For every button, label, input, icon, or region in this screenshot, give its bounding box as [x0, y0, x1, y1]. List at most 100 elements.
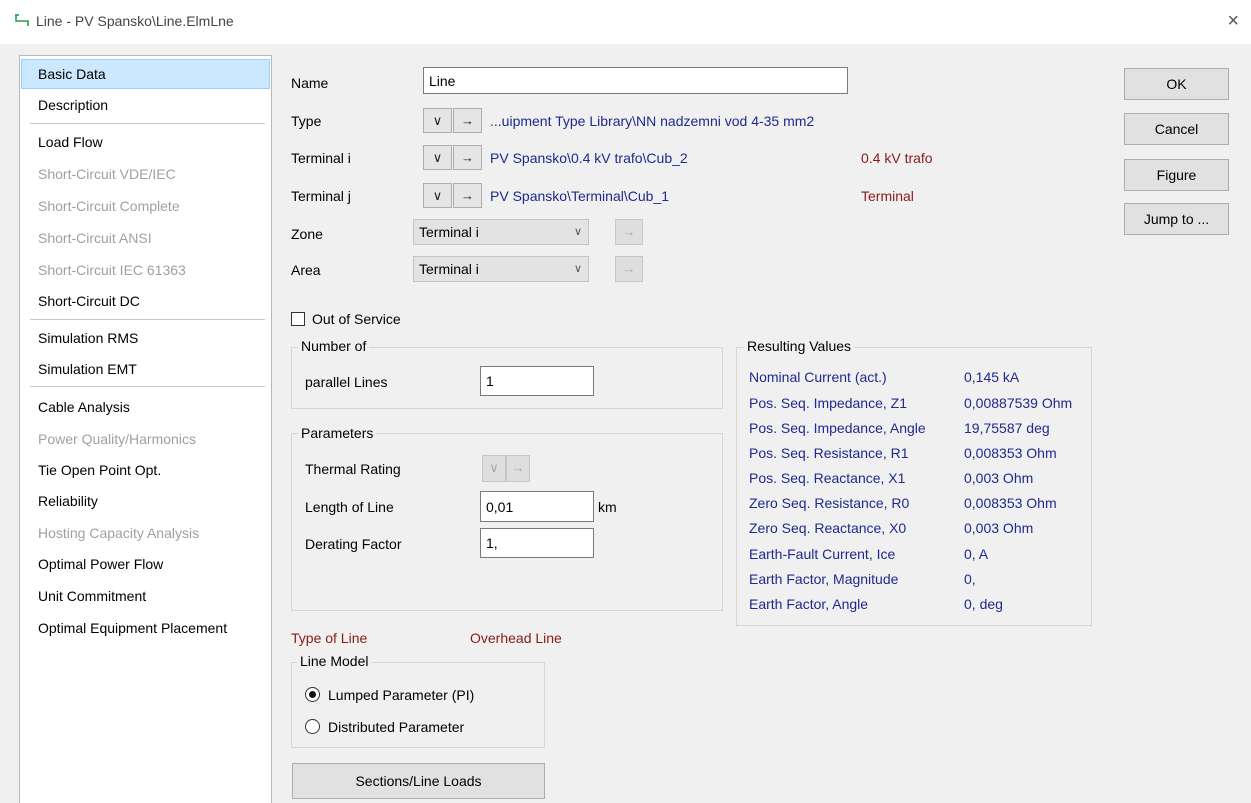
result-label: Pos. Seq. Impedance, Angle	[749, 420, 926, 436]
result-label: Earth-Fault Current, Ice	[749, 546, 896, 562]
zone-select-value: Terminal i	[419, 224, 479, 240]
line-model-group-title: Line Model	[297, 653, 372, 669]
nav-item-short-circuit-ansi[interactable]: Short-Circuit ANSI	[21, 223, 270, 253]
result-value: 0,00887539 Ohm	[964, 395, 1073, 411]
close-icon[interactable]: ×	[1227, 11, 1239, 31]
nav-item-short-circuit-iec-61363[interactable]: Short-Circuit IEC 61363	[21, 255, 270, 285]
derating-factor-label: Derating Factor	[305, 536, 402, 552]
ok-button[interactable]: OK	[1124, 68, 1229, 100]
nav-item-simulation-rms[interactable]: Simulation RMS	[21, 323, 270, 353]
area-select-value: Terminal i	[419, 261, 479, 277]
number-of-group-title: Number of	[298, 338, 370, 354]
terminal-j-jump-button[interactable]: →	[453, 183, 482, 208]
nav-item-cable-analysis[interactable]: Cable Analysis	[21, 392, 270, 422]
nav-item-reliability[interactable]: Reliability	[21, 486, 270, 516]
type-jump-button[interactable]: →	[453, 108, 482, 133]
area-jump-button[interactable]: →	[615, 256, 643, 282]
length-unit: km	[598, 499, 617, 515]
title-bar: Line - PV Spansko\Line.ElmLne ×	[0, 0, 1251, 44]
nav-item-basic-data[interactable]: Basic Data	[21, 59, 270, 89]
name-input[interactable]	[423, 67, 848, 94]
terminal-i-select-button[interactable]: ∨	[423, 145, 452, 170]
parallel-lines-input[interactable]	[480, 366, 594, 396]
length-of-line-label: Length of Line	[305, 499, 394, 515]
result-value: 0,008353 Ohm	[964, 445, 1057, 461]
arrow-right-icon: →	[461, 188, 474, 203]
resulting-values-group-title: Resulting Values	[744, 338, 855, 354]
page-navigation-list: Basic Data Description Load Flow Short-C…	[19, 55, 272, 803]
area-select[interactable]: Terminal i ∨	[413, 256, 589, 282]
nav-separator	[30, 386, 265, 387]
nav-item-short-circuit-complete[interactable]: Short-Circuit Complete	[21, 191, 270, 221]
nav-item-short-circuit-dc[interactable]: Short-Circuit DC	[21, 286, 270, 316]
distributed-parameter-radio[interactable]	[305, 719, 320, 734]
result-label: Pos. Seq. Reactance, X1	[749, 470, 906, 486]
thermal-rating-select-button[interactable]: ∨	[482, 455, 506, 482]
nav-separator	[30, 123, 265, 124]
nav-item-power-quality-harmonics[interactable]: Power Quality/Harmonics	[21, 424, 270, 454]
zone-select[interactable]: Terminal i ∨	[413, 219, 589, 245]
result-label: Pos. Seq. Resistance, R1	[749, 445, 909, 461]
terminal-j-select-button[interactable]: ∨	[423, 183, 452, 208]
nav-item-tie-open-point-opt[interactable]: Tie Open Point Opt.	[21, 455, 270, 485]
nav-item-hosting-capacity-analysis[interactable]: Hosting Capacity Analysis	[21, 518, 270, 548]
out-of-service-checkbox[interactable]	[291, 312, 305, 326]
parallel-lines-label: parallel Lines	[305, 374, 388, 390]
nav-item-description[interactable]: Description	[21, 90, 270, 120]
result-value: 0,	[964, 571, 976, 587]
terminal-i-label: Terminal i	[291, 150, 351, 166]
line-model-group	[291, 662, 545, 748]
nav-item-unit-commitment[interactable]: Unit Commitment	[21, 581, 270, 611]
result-value: 0,003 Ohm	[964, 520, 1034, 536]
result-value: 0,008353 Ohm	[964, 495, 1057, 511]
type-value: ...uipment Type Library\NN nadzemni vod …	[490, 113, 815, 129]
chevron-down-icon: ∨	[432, 150, 443, 165]
chevron-down-icon: ∨	[573, 263, 582, 275]
derating-factor-input[interactable]	[480, 528, 594, 558]
arrow-right-icon: →	[511, 460, 525, 475]
result-label: Zero Seq. Reactance, X0	[749, 520, 907, 536]
chevron-down-icon: ∨	[432, 113, 443, 128]
nav-item-short-circuit-vde-iec[interactable]: Short-Circuit VDE/IEC	[21, 159, 270, 189]
nav-item-simulation-emt[interactable]: Simulation EMT	[21, 354, 270, 384]
jump-to-button[interactable]: Jump to ...	[1124, 203, 1229, 235]
chevron-down-icon: ∨	[432, 188, 443, 203]
type-label: Type	[291, 113, 322, 129]
nav-item-optimal-equipment-placement[interactable]: Optimal Equipment Placement	[21, 613, 270, 643]
arrow-right-icon: →	[622, 224, 636, 239]
thermal-rating-label: Thermal Rating	[305, 461, 401, 477]
terminal-j-value: PV Spansko\Terminal\Cub_1	[490, 188, 669, 204]
arrow-right-icon: →	[622, 261, 636, 276]
nav-item-optimal-power-flow[interactable]: Optimal Power Flow	[21, 549, 270, 579]
cancel-button[interactable]: Cancel	[1124, 113, 1229, 145]
result-value: 0,145 kA	[964, 369, 1020, 385]
nav-item-load-flow[interactable]: Load Flow	[21, 127, 270, 157]
type-select-button[interactable]: ∨	[423, 108, 452, 133]
terminal-j-name: Terminal	[861, 188, 914, 204]
zone-label: Zone	[291, 226, 323, 242]
arrow-right-icon: →	[461, 113, 474, 128]
result-label: Pos. Seq. Impedance, Z1	[749, 395, 907, 411]
distributed-parameter-label: Distributed Parameter	[328, 719, 465, 735]
result-value: 19,75587 deg	[964, 420, 1050, 436]
length-of-line-input[interactable]	[480, 491, 594, 522]
zone-jump-button[interactable]: →	[615, 219, 643, 245]
arrow-right-icon: →	[461, 150, 474, 165]
lumped-parameter-label: Lumped Parameter (PI)	[328, 687, 475, 703]
terminal-i-jump-button[interactable]: →	[453, 145, 482, 170]
name-label: Name	[291, 75, 329, 91]
result-label: Earth Factor, Angle	[749, 596, 869, 612]
thermal-rating-jump-button[interactable]: →	[506, 455, 530, 482]
figure-button[interactable]: Figure	[1124, 159, 1229, 191]
result-value: 0, deg	[964, 596, 1003, 612]
sections-line-loads-button[interactable]: Sections/Line Loads	[292, 763, 545, 799]
terminal-i-name: 0.4 kV trafo	[861, 150, 933, 166]
terminal-i-value: PV Spansko\0.4 kV trafo\Cub_2	[490, 150, 688, 166]
result-label: Zero Seq. Resistance, R0	[749, 495, 910, 511]
type-of-line-label: Type of Line	[291, 630, 368, 646]
out-of-service-label: Out of Service	[312, 311, 401, 327]
parameters-group-title: Parameters	[298, 425, 377, 441]
lumped-parameter-radio[interactable]	[305, 687, 320, 702]
chevron-down-icon: ∨	[489, 460, 499, 475]
result-value: 0,003 Ohm	[964, 470, 1034, 486]
